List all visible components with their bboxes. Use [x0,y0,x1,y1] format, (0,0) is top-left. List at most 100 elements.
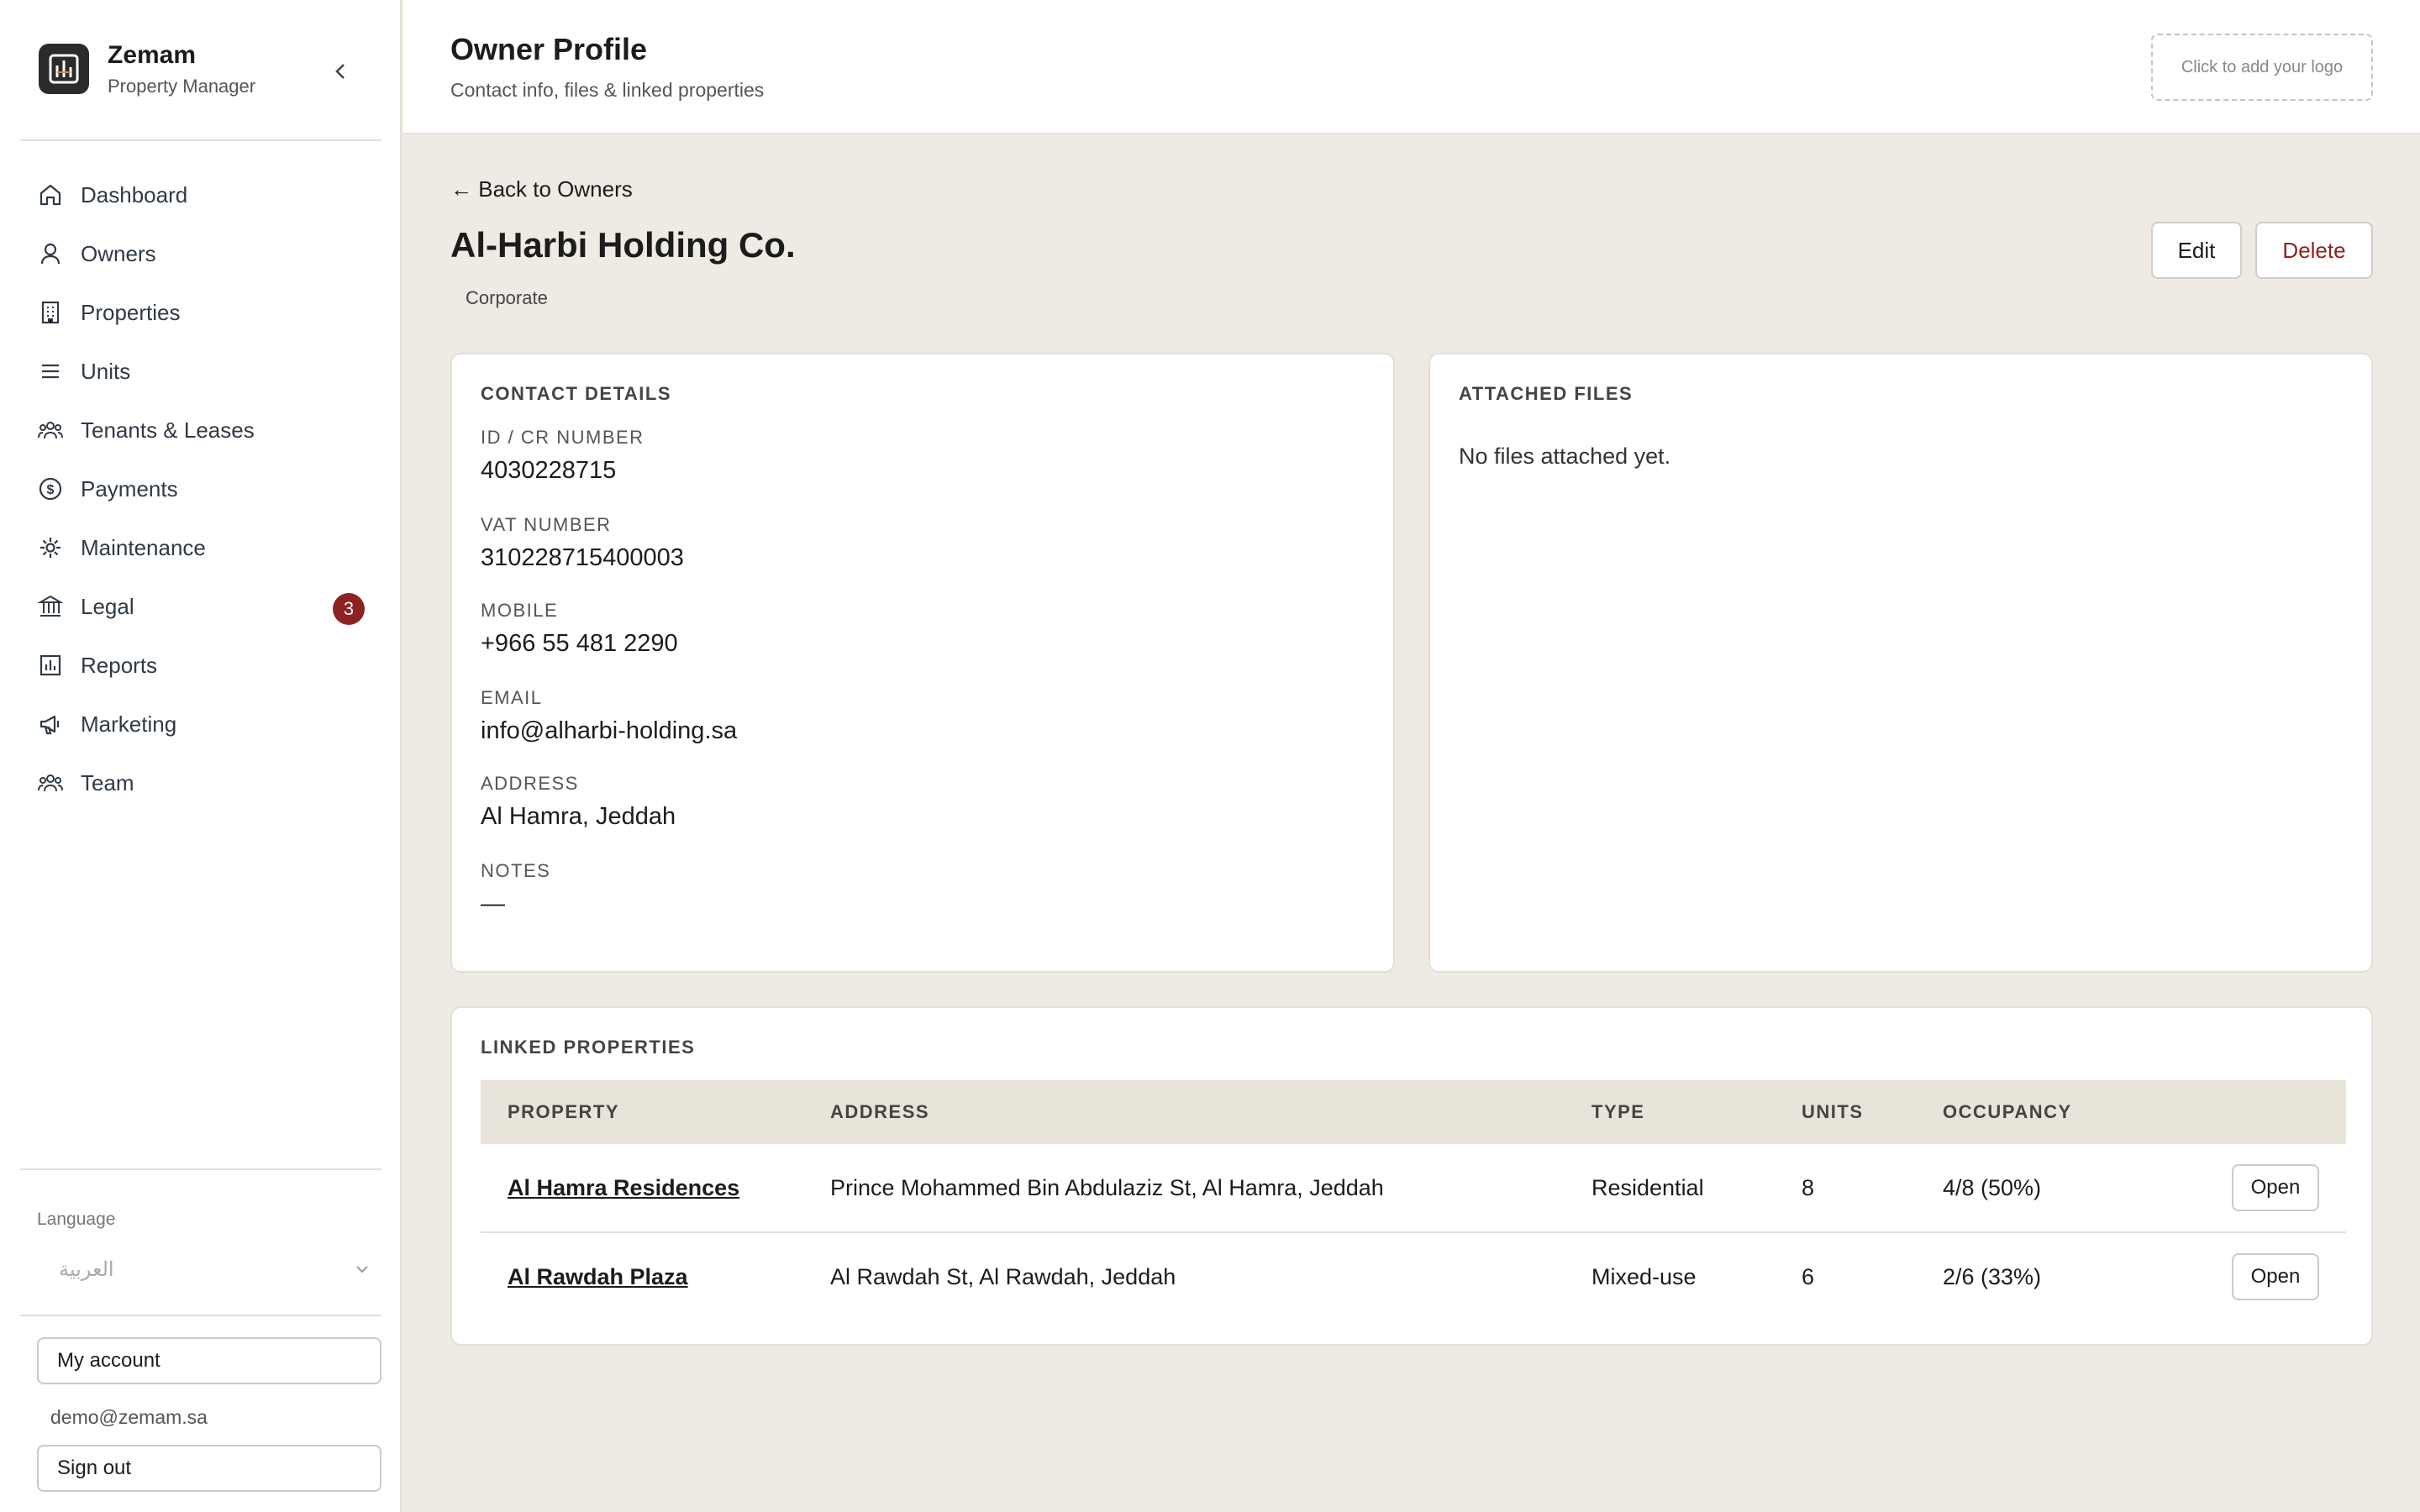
sidebar-item-payments[interactable]: $ Payments [20,459,381,518]
brand-subtitle: Property Manager [108,76,256,97]
edit-button[interactable]: Edit [2151,222,2242,279]
sidebar-item-label: Properties [81,299,181,325]
list-icon [42,364,59,379]
sidebar-item-label: Marketing [81,711,177,737]
svg-text:$: $ [47,483,55,497]
back-to-owners-link[interactable]: ← Back to Owners [450,176,633,202]
sidebar-item-legal[interactable]: Legal 3 [20,577,381,636]
contact-details-card: CONTACT DETAILS ID / CR NUMBER 403022871… [450,353,1395,973]
delete-button[interactable]: Delete [2255,222,2373,279]
property-units: 8 [1802,1144,1943,1233]
gear-icon [40,538,60,558]
attached-files-card: ATTACHED FILES No files attached yet. [1428,353,2373,973]
column-header-actions [2203,1080,2346,1144]
account-email: demo@zemam.sa [50,1406,208,1428]
field-label: ADDRESS [481,773,579,794]
sidebar-item-label: Reports [81,652,158,678]
collapse-sidebar-button[interactable] [328,59,353,84]
chevron-down-icon [356,1266,368,1273]
open-property-button[interactable]: Open [2232,1253,2319,1300]
sidebar-item-dashboard[interactable]: Dashboard [20,165,381,224]
bank-icon [37,595,64,617]
field-notes: NOTES — [481,860,550,918]
language-select[interactable]: العربية [37,1250,381,1289]
field-vat-number: VAT NUMBER 310228715400003 [481,514,684,572]
brand: Zemam Property Manager [39,40,255,97]
chart-icon [39,654,61,676]
brand-logo-icon [39,44,89,94]
field-email: EMAIL info@alharbi-holding.sa [481,687,737,745]
megaphone-icon [39,715,60,735]
property-link[interactable]: Al Hamra Residences [508,1175,739,1200]
column-header-property: PROPERTY [481,1080,830,1144]
property-units: 6 [1802,1263,1815,1289]
field-label: MOBILE [481,600,559,621]
field-label: NOTES [481,860,551,881]
column-header-occupancy: OCCUPANCY [1943,1080,2203,1144]
sidebar-item-units[interactable]: Units [20,342,381,401]
sidebar-item-label: Payments [81,475,178,501]
user-icon [40,243,60,265]
legal-count-badge: 3 [333,593,365,625]
field-value: Al Hamra, Jeddah [481,803,676,830]
sidebar-item-label: Maintenance [81,534,206,560]
field-address: ADDRESS Al Hamra, Jeddah [481,773,676,831]
table-row: Al Rawdah Plaza Al Rawdah St, Al Rawdah,… [481,1232,2346,1320]
sidebar: Zemam Property Manager Dashboard Owners … [0,0,402,1512]
home-icon [39,184,61,206]
sign-out-button[interactable]: Sign out [37,1445,381,1492]
open-property-button[interactable]: Open [2232,1164,2319,1211]
my-account-button[interactable]: My account [37,1337,381,1384]
property-address: Al Rawdah St, Al Rawdah, Jeddah [830,1263,1176,1289]
page-header: Owner Profile Contact info, files & link… [403,0,2420,134]
page-title: Owner Profile [450,32,648,66]
sidebar-item-reports[interactable]: Reports [20,636,381,695]
property-type: Residential [1591,1144,1802,1233]
property-type: Mixed-use [1591,1263,1697,1289]
sidebar-divider [20,139,381,141]
property-occupancy: 2/6 (33%) [1943,1263,2042,1289]
language-label: Language [37,1210,116,1229]
property-link[interactable]: Al Rawdah Plaza [508,1264,688,1289]
users-icon [38,422,63,439]
card-title: LINKED PROPERTIES [481,1037,696,1058]
sidebar-item-label: Legal [81,593,134,619]
sidebar-item-maintenance[interactable]: Maintenance [20,518,381,577]
column-header-address: ADDRESS [830,1080,1591,1144]
field-value: — [481,890,505,917]
linked-properties-card: LINKED PROPERTIES PROPERTY ADDRESS TYPE … [450,1006,2373,1346]
team-icon [38,774,63,792]
owner-type-tag: Corporate [466,287,548,308]
property-address: Prince Mohammed Bin Abdulaziz St, Al Ham… [830,1144,1591,1233]
sidebar-item-label: Owners [81,240,156,266]
field-value: 310228715400003 [481,544,684,571]
brand-name: Zemam [108,41,197,69]
sidebar-divider [20,1168,381,1170]
sidebar-item-label: Team [81,769,134,795]
sidebar-item-label: Units [81,358,131,384]
sidebar-item-team[interactable]: Team [20,753,381,812]
table-header-row: PROPERTY ADDRESS TYPE UNITS OCCUPANCY [481,1080,2346,1144]
sidebar-item-tenants-leases[interactable]: Tenants & Leases [20,401,381,459]
owner-name: Al-Harbi Holding Co. [450,225,796,265]
sidebar-item-properties[interactable]: Properties [20,283,381,342]
sidebar-item-label: Dashboard [81,181,188,207]
page-subtitle: Contact info, files & linked properties [450,79,765,101]
card-title: CONTACT DETAILS [481,383,671,404]
sidebar-divider [20,1315,381,1316]
building-icon [41,301,60,324]
property-occupancy: 4/8 (50%) [1943,1144,2203,1233]
field-label: ID / CR NUMBER [481,427,644,448]
sidebar-item-owners[interactable]: Owners [20,224,381,283]
column-header-type: TYPE [1591,1080,1802,1144]
field-value: 4030228715 [481,457,617,484]
field-label: VAT NUMBER [481,514,612,535]
field-label: EMAIL [481,687,543,708]
sidebar-item-label: Tenants & Leases [81,417,255,443]
empty-files-message: No files attached yet. [1459,444,1671,469]
add-logo-button[interactable]: Click to add your logo [2151,34,2373,101]
card-title: ATTACHED FILES [1459,383,1634,404]
chevron-left-icon [335,64,345,79]
column-header-units: UNITS [1802,1080,1943,1144]
sidebar-item-marketing[interactable]: Marketing [20,695,381,753]
